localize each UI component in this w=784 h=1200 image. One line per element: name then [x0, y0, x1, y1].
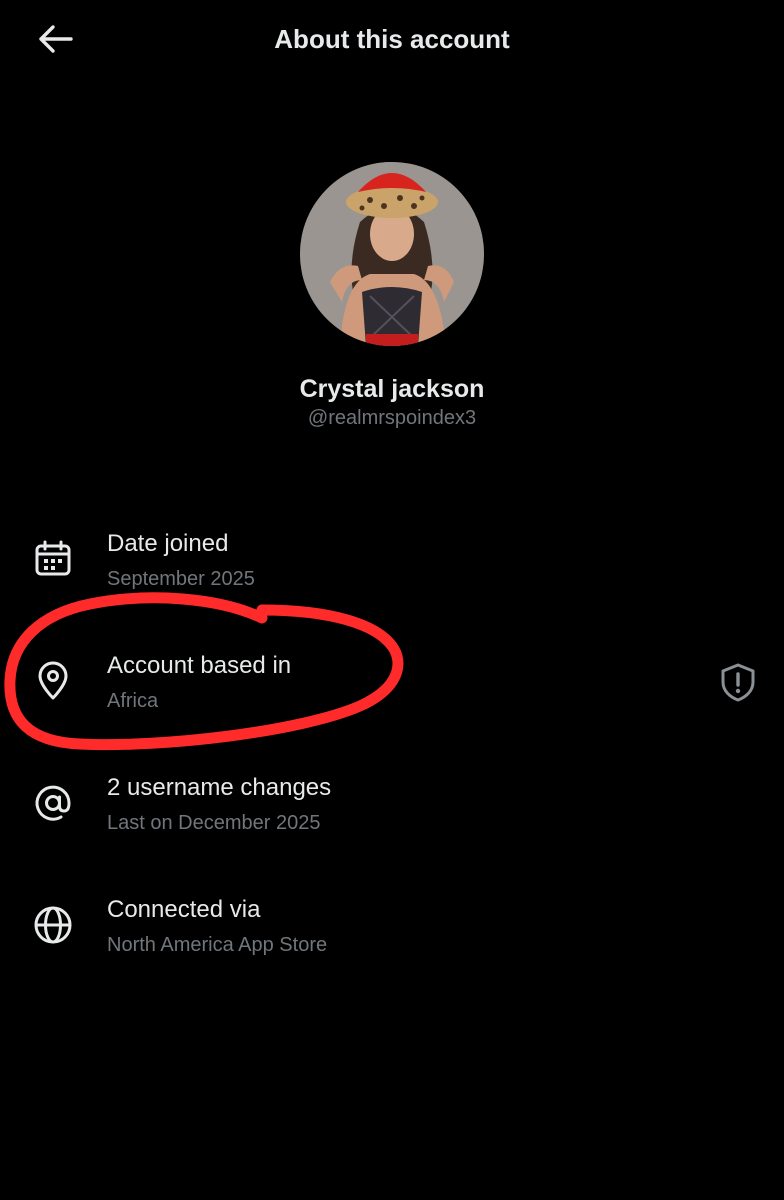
- connected-via-row: Connected via North America App Store: [0, 894, 784, 984]
- connected-via-label: Connected via: [107, 896, 261, 923]
- date-joined-row: Date joined September 2025: [0, 528, 784, 618]
- username-changes-row: 2 username changes Last on December 2025: [0, 772, 784, 862]
- account-based-in-label: Account based in: [107, 652, 292, 679]
- date-joined-label: Date joined: [107, 530, 229, 557]
- globe-icon: [30, 902, 76, 948]
- username-changes-label: 2 username changes: [107, 774, 332, 801]
- display-name: Crystal jackson: [299, 375, 485, 403]
- at-sign-icon: [30, 780, 76, 826]
- username-handle: @realmrspoindex3: [307, 407, 477, 429]
- username-changes-value: Last on December 2025: [107, 812, 321, 834]
- avatar-photo: [300, 162, 484, 346]
- page-title: About this account: [274, 24, 510, 54]
- shield-alert-icon: [719, 662, 757, 707]
- location-pin-icon: [30, 658, 76, 704]
- account-based-in-row: Account based in Africa: [0, 650, 784, 740]
- date-joined-value: September 2025: [107, 568, 255, 590]
- profile-avatar[interactable]: [300, 162, 484, 346]
- about-account-screen: About this account Crystal jackson @real…: [0, 0, 784, 1200]
- connected-via-value: North America App Store: [107, 934, 328, 956]
- account-based-in-value: Africa: [107, 690, 159, 712]
- calendar-icon: [30, 536, 76, 582]
- location-warning-button[interactable]: [716, 662, 760, 706]
